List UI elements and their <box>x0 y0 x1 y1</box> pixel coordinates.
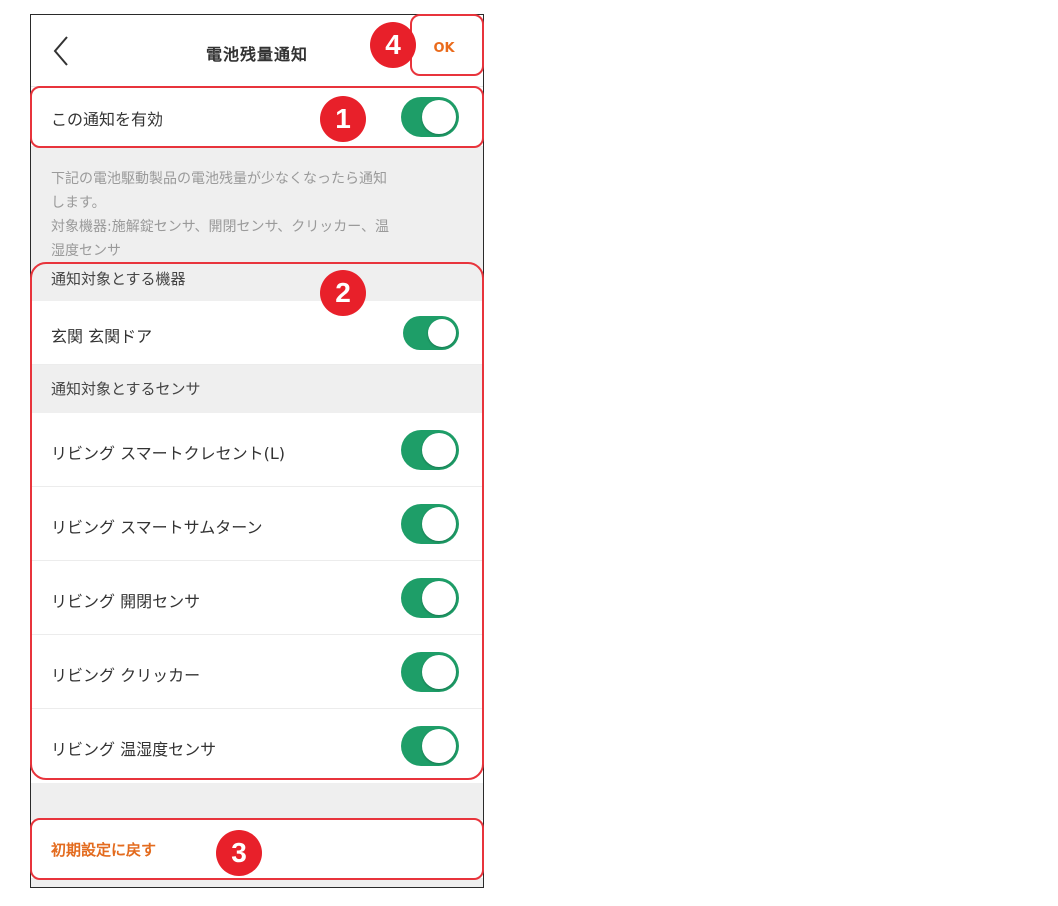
callout-badge-4: 4 <box>370 22 416 68</box>
description-line-2: します。 <box>51 195 106 211</box>
callout-box-2 <box>30 262 484 780</box>
description-line-4: 湿度センサ <box>51 243 121 257</box>
callout-badge-1: 1 <box>320 96 366 142</box>
description-line-1: 下記の電池駆動製品の電池残量が少なくなったら通知 <box>51 171 387 187</box>
description-line-3: 対象機器:施解錠センサ、開閉センサ、クリッカー、温 <box>51 219 390 235</box>
description-text: 下記の電池駆動製品の電池残量が少なくなったら通知 します。 対象機器:施解錠セン… <box>51 167 463 257</box>
callout-badge-3: 3 <box>216 830 262 876</box>
callout-badge-2: 2 <box>320 270 366 316</box>
callout-box-4 <box>410 14 484 76</box>
callout-box-1 <box>30 86 484 148</box>
